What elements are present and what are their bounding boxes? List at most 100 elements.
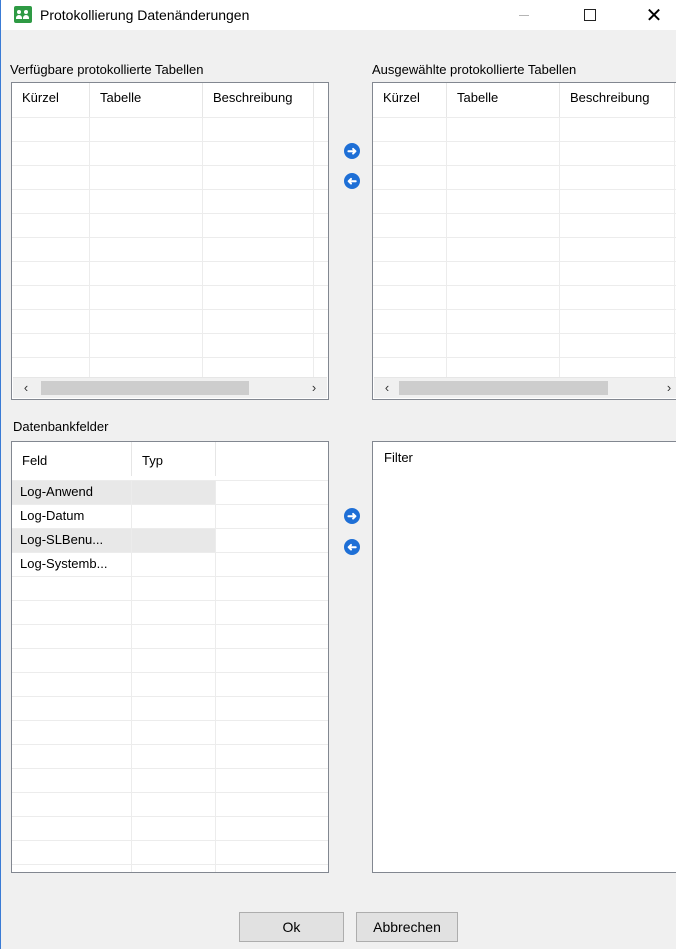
field-name-cell: Log-Datum: [12, 505, 132, 528]
column-header-tabelle[interactable]: Tabelle: [447, 83, 560, 117]
table-row[interactable]: [373, 285, 676, 309]
table-row[interactable]: [12, 261, 328, 285]
field-type-cell: [132, 529, 216, 552]
table-row[interactable]: [12, 600, 328, 624]
field-name-cell: [12, 673, 132, 696]
table-row[interactable]: [373, 141, 676, 165]
field-name-cell: [12, 697, 132, 720]
table-row[interactable]: [373, 189, 676, 213]
table-row[interactable]: [12, 576, 328, 600]
selected-tables-grid[interactable]: Kürzel Tabelle Beschreibung ‹ ›: [372, 82, 676, 400]
table-row[interactable]: [12, 672, 328, 696]
table-row[interactable]: [12, 744, 328, 768]
table-row[interactable]: [12, 285, 328, 309]
grid-header: Kürzel Tabelle Beschreibung: [12, 83, 328, 117]
table-cell: [90, 262, 203, 285]
field-name-cell: [12, 721, 132, 744]
remove-table-button[interactable]: ➜: [344, 173, 360, 189]
table-row[interactable]: [373, 117, 676, 141]
table-cell: [216, 505, 326, 528]
filter-panel[interactable]: Filter: [372, 441, 676, 873]
table-row[interactable]: [12, 696, 328, 720]
table-cell: [203, 238, 314, 261]
column-header-beschreibung[interactable]: Beschreibung: [560, 83, 675, 117]
horizontal-scrollbar[interactable]: ‹ ›: [374, 377, 676, 398]
field-type-cell: [132, 769, 216, 792]
table-cell: [90, 166, 203, 189]
table-cell: [447, 118, 560, 141]
column-header-kuerzel[interactable]: Kürzel: [12, 83, 90, 117]
scroll-thumb[interactable]: [41, 381, 249, 395]
table-cell: [203, 118, 314, 141]
horizontal-scrollbar[interactable]: ‹ ›: [13, 377, 327, 398]
table-row[interactable]: [12, 165, 328, 189]
table-row[interactable]: Log-SLBenu...: [12, 528, 328, 552]
table-cell: [12, 238, 90, 261]
column-header-kuerzel[interactable]: Kürzel: [373, 83, 447, 117]
table-cell: [203, 334, 314, 357]
table-cell: [203, 262, 314, 285]
table-row[interactable]: Log-Systemb...: [12, 552, 328, 576]
scroll-left-icon[interactable]: ‹: [17, 378, 35, 398]
remove-field-button[interactable]: ➜: [344, 539, 360, 555]
table-row[interactable]: [373, 309, 676, 333]
scroll-right-icon[interactable]: ›: [660, 378, 676, 398]
field-name-cell: [12, 793, 132, 816]
table-row[interactable]: [12, 840, 328, 864]
table-cell: [12, 166, 90, 189]
scroll-left-icon[interactable]: ‹: [378, 378, 396, 398]
table-row[interactable]: [12, 792, 328, 816]
ok-button[interactable]: Ok: [239, 912, 344, 942]
field-type-cell: [132, 865, 216, 872]
table-row[interactable]: Log-Anwend: [12, 480, 328, 504]
table-cell: [216, 481, 326, 504]
table-row[interactable]: [12, 720, 328, 744]
table-cell: [560, 310, 675, 333]
table-cell: [373, 310, 447, 333]
add-field-button[interactable]: ➜: [344, 508, 360, 524]
arrow-right-icon: ➜: [346, 509, 358, 523]
table-row[interactable]: [12, 309, 328, 333]
table-cell: [90, 142, 203, 165]
table-cell: [560, 118, 675, 141]
table-row[interactable]: [12, 816, 328, 840]
field-name-cell: Log-Systemb...: [12, 553, 132, 576]
table-row[interactable]: [12, 333, 328, 357]
column-header-beschreibung[interactable]: Beschreibung: [203, 83, 314, 117]
table-row[interactable]: [373, 333, 676, 357]
table-row[interactable]: Log-Datum: [12, 504, 328, 528]
scroll-thumb[interactable]: [399, 381, 608, 395]
scroll-right-icon[interactable]: ›: [305, 378, 323, 398]
table-row[interactable]: [12, 864, 328, 872]
table-row[interactable]: [12, 189, 328, 213]
table-row[interactable]: [12, 648, 328, 672]
minimize-button[interactable]: [501, 0, 547, 30]
table-row[interactable]: [373, 261, 676, 285]
table-row[interactable]: [12, 213, 328, 237]
table-row[interactable]: [12, 237, 328, 261]
field-name-cell: [12, 745, 132, 768]
maximize-button[interactable]: [567, 0, 613, 30]
table-row[interactable]: [12, 624, 328, 648]
table-row[interactable]: [373, 165, 676, 189]
add-table-button[interactable]: ➜: [344, 143, 360, 159]
table-cell: [447, 334, 560, 357]
cancel-button[interactable]: Abbrechen: [356, 912, 458, 942]
field-type-cell: [132, 841, 216, 864]
table-row[interactable]: [373, 237, 676, 261]
field-name-cell: [12, 769, 132, 792]
column-header-typ[interactable]: Typ: [132, 442, 216, 476]
table-cell: [90, 214, 203, 237]
database-fields-grid[interactable]: Feld Typ Log-Anwend Log-Datum Log-SLBenu..…: [11, 441, 329, 873]
table-row[interactable]: [12, 117, 328, 141]
table-row[interactable]: [373, 213, 676, 237]
table-row[interactable]: [12, 141, 328, 165]
column-header-tabelle[interactable]: Tabelle: [90, 83, 203, 117]
available-tables-grid[interactable]: Kürzel Tabelle Beschreibung ‹ ›: [11, 82, 329, 400]
dialog-window: Protokollierung Datenänderungen ✕ Verfüg…: [0, 0, 676, 949]
column-header-feld[interactable]: Feld: [12, 442, 132, 476]
close-button[interactable]: ✕: [631, 0, 676, 30]
grid-rows: [12, 117, 328, 381]
table-row[interactable]: [12, 768, 328, 792]
field-name-cell: [12, 817, 132, 840]
